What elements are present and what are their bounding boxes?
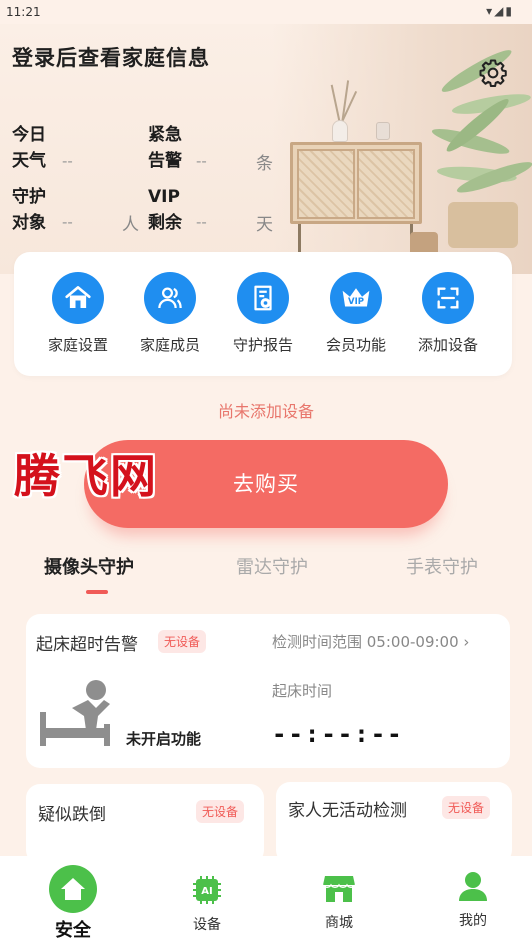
- gear-icon[interactable]: [478, 58, 508, 88]
- tab-watch-guard[interactable]: 手表守护: [406, 553, 478, 579]
- stat-alarm-label: 紧急 告警: [148, 125, 182, 171]
- inactivity-detection-card[interactable]: 家人无活动检测 无设备: [276, 782, 512, 864]
- stat-vip-unit: 天: [256, 215, 273, 235]
- menu-vip-features[interactable]: VIP 会员功能: [310, 272, 402, 355]
- svg-text:VIP: VIP: [348, 297, 364, 307]
- fall-detection-card[interactable]: 疑似跌倒 无设备: [26, 784, 264, 864]
- vip-crown-icon: VIP: [330, 272, 382, 324]
- watermark-logo: 腾飞网: [14, 449, 158, 503]
- members-icon: [144, 272, 196, 324]
- stat-guard-label: 守护 对象: [12, 187, 46, 233]
- svg-text:AI: AI: [201, 886, 212, 897]
- stat-guard-unit: 人: [122, 215, 139, 235]
- scan-icon: [422, 272, 474, 324]
- decor-plant: [422, 44, 532, 224]
- stat-alarm-value: --: [196, 152, 207, 170]
- stat-alarm-unit: 条: [256, 154, 273, 174]
- stat-vip-value: --: [196, 213, 207, 231]
- status-badge: 无设备: [158, 630, 207, 653]
- home-icon: [52, 272, 104, 324]
- ai-chip-icon: AI: [193, 876, 221, 904]
- wake-card-title: 起床超时告警: [36, 635, 138, 655]
- detection-range-link[interactable]: 检测时间范围 05:00-09:00 ›: [272, 631, 469, 652]
- active-tab-indicator: [86, 590, 108, 594]
- decor-vase: [332, 120, 348, 142]
- menu-guard-report[interactable]: 守护报告: [217, 272, 309, 355]
- tab-camera-guard[interactable]: 摄像头守护: [44, 553, 134, 579]
- inactivity-card-title: 家人无活动检测: [288, 801, 407, 821]
- wake-timeout-card[interactable]: 起床超时告警 无设备 检测时间范围 05:00-09:00 › 未开启功能 起床…: [26, 614, 510, 768]
- store-icon: [322, 876, 356, 902]
- decor-cabinet: [290, 142, 422, 224]
- menu-family-members[interactable]: 家庭成员: [124, 272, 216, 355]
- stat-weather-value: --: [62, 152, 73, 170]
- stat-guard-value: --: [62, 213, 73, 231]
- status-time: 11:21: [6, 5, 41, 19]
- fall-card-title: 疑似跌倒: [38, 805, 106, 825]
- menu-family-settings[interactable]: 家庭设置: [32, 272, 124, 355]
- tab-radar-guard[interactable]: 雷达守护: [236, 553, 308, 579]
- stat-vip-label: VIP 剩余: [148, 187, 182, 233]
- feature-status: 未开启功能: [126, 730, 202, 748]
- page-title[interactable]: 登录后查看家庭信息: [12, 42, 210, 72]
- quick-menu-card: 家庭设置 家庭成员 守护报告 VIP 会员功能 添加设备: [14, 252, 512, 376]
- status-badge: 无设备: [442, 796, 491, 819]
- profile-icon: [459, 872, 487, 901]
- person-wake-icon: [40, 680, 110, 746]
- bottom-navigation: 安全 AI 设备 商城 我的: [0, 856, 532, 946]
- wake-time-value: --:--:--: [272, 720, 404, 748]
- status-badge: 无设备: [196, 800, 245, 823]
- shield-home-icon: [49, 865, 97, 913]
- menu-add-device[interactable]: 添加设备: [402, 272, 494, 355]
- stat-weather-label: 今日 天气: [12, 125, 46, 171]
- wake-time-label: 起床时间: [272, 682, 333, 700]
- status-bar: 11:21 ▾◢▮: [0, 0, 532, 24]
- status-icons: ▾◢▮: [486, 4, 514, 18]
- report-icon: [237, 272, 289, 324]
- decor-vase: [376, 122, 390, 140]
- no-device-notice: 尚未添加设备: [217, 402, 314, 421]
